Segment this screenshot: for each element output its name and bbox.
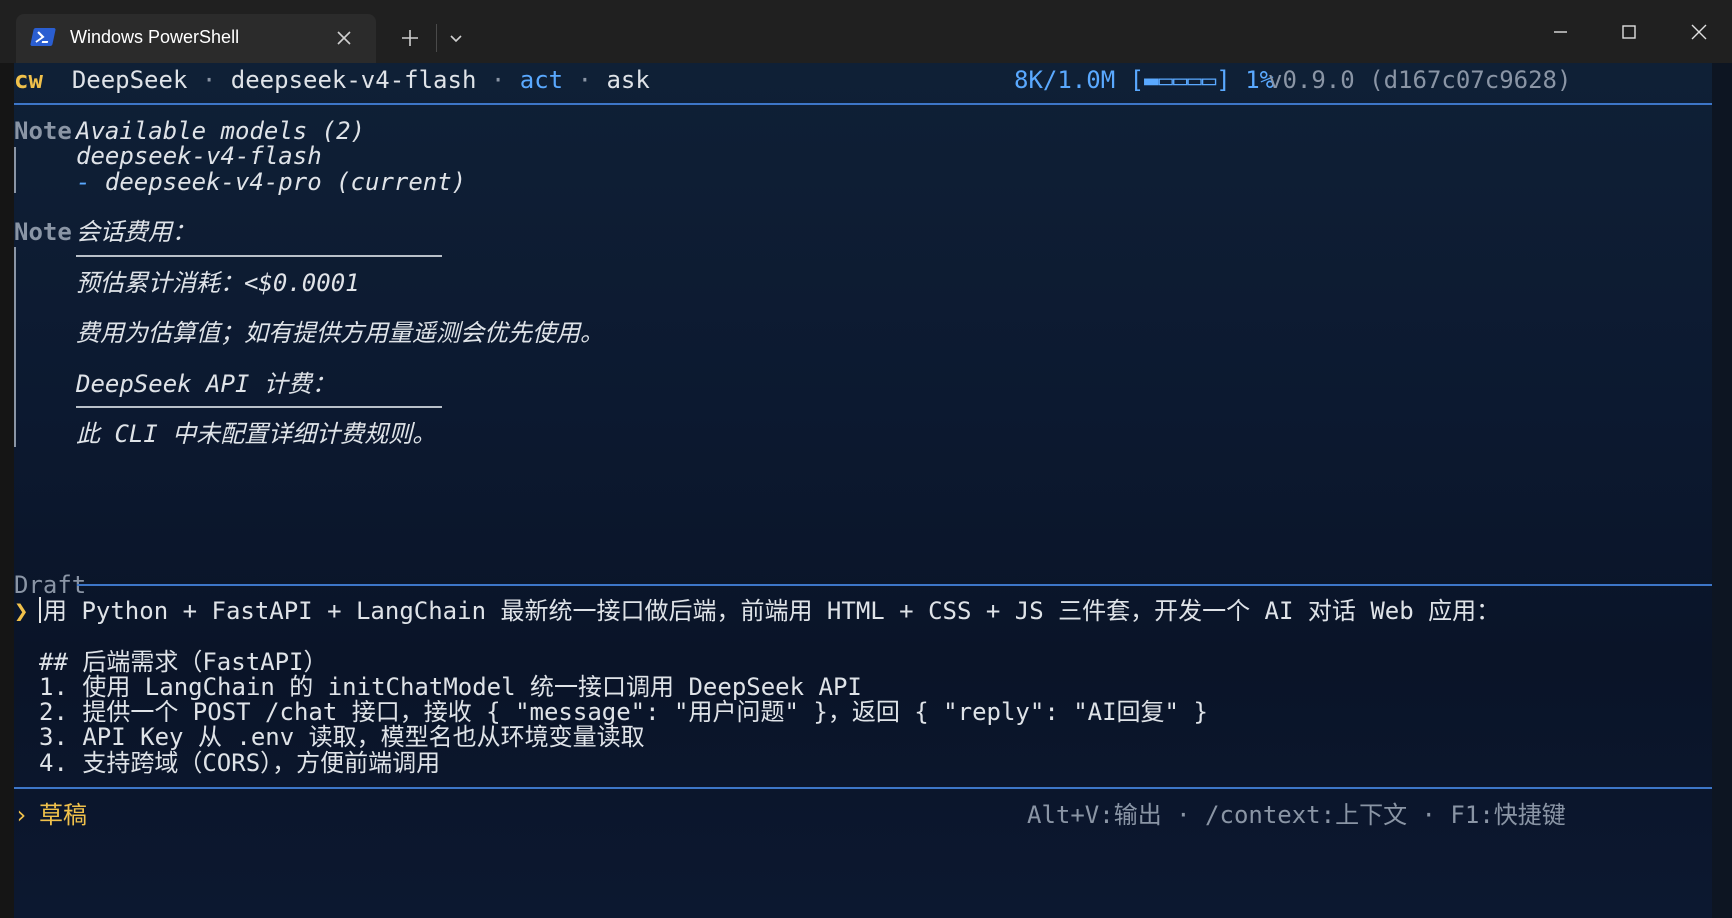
model-name: deepseek-v4-flash	[230, 66, 477, 94]
tab-close-icon[interactable]	[332, 26, 356, 50]
cost-line: 预估累计消耗：<$0.0001	[76, 269, 360, 297]
tab-windows-powershell[interactable]: Windows PowerShell	[16, 14, 376, 63]
draft-line: 4. 支持跨域（CORS），方便前端调用	[39, 749, 441, 777]
window-right-edge	[1712, 63, 1732, 918]
draft-input[interactable]: 用 Python + FastAPI + LangChain 最新统一接口做后端…	[39, 597, 1500, 625]
title-underline	[76, 255, 442, 257]
draft-line: 1. 使用 LangChain 的 initChatModel 统一接口调用 D…	[39, 673, 862, 701]
separator: ·	[577, 66, 593, 94]
mode-label: 草稿	[39, 801, 87, 829]
mode-indicator: act	[519, 66, 564, 94]
shortcut-hints: Alt+V:输出 · /context:上下文 · F1:快捷键	[1027, 801, 1566, 829]
new-tab-icon[interactable]	[396, 24, 424, 52]
draft-line: ## 后端需求（FastAPI）	[39, 648, 328, 676]
prompt-symbol: ❯	[14, 597, 29, 625]
tab-title: Windows PowerShell	[70, 27, 240, 47]
draft-line: 2. 提供一个 POST /chat 接口，接收 { "message": "用…	[39, 698, 1208, 726]
note-label: Note	[14, 218, 72, 246]
status-line: cw DeepSeek · deepseek-v4-flash · act · …	[14, 66, 650, 94]
maximize-icon[interactable]	[1609, 12, 1649, 52]
tab-divider	[436, 24, 437, 52]
chevron-down-icon[interactable]	[442, 26, 470, 50]
title-bar: Windows PowerShell	[0, 0, 1732, 63]
billing-title: DeepSeek API 计费：	[76, 370, 336, 398]
note-bar	[14, 147, 16, 193]
context-usage: 8K/1.0M [▬▭▭▭▭] 1%	[1014, 66, 1275, 94]
note-label: Note	[14, 117, 72, 145]
draft-divider	[77, 584, 1712, 586]
footer-divider	[14, 787, 1712, 789]
app-logo: cw	[14, 66, 43, 94]
powershell-window: Windows PowerShell cw DeepSeek · deepsee…	[0, 0, 1732, 918]
model-option: deepseek-v4-flash	[76, 142, 322, 170]
billing-note: 此 CLI 中未配置详细计费规则。	[76, 420, 437, 448]
close-icon[interactable]	[1679, 12, 1719, 52]
powershell-icon	[30, 28, 56, 46]
model-option-current: - deepseek-v4-pro (current)	[76, 168, 466, 196]
minimize-icon[interactable]	[1540, 12, 1580, 52]
note-bar	[14, 247, 16, 447]
terminal-pane[interactable]: cw DeepSeek · deepseek-v4-flash · act · …	[14, 63, 1712, 918]
footer-prompt-symbol: ›	[14, 801, 29, 829]
text-cursor	[39, 597, 41, 623]
draft-line: 3. API Key 从 .env 读取，模型名也从环境变量读取	[39, 723, 645, 751]
draft-first-line: 用 Python + FastAPI + LangChain 最新统一接口做后端…	[43, 597, 1501, 625]
billing-underline	[76, 406, 442, 408]
version-label: v0.9.0 (d167c07c9628)	[1268, 66, 1572, 94]
note-title: Available models (2)	[76, 117, 365, 145]
submode-indicator: ask	[606, 66, 650, 94]
estimate-note: 费用为估算值；如有提供方用量遥测会优先使用。	[76, 319, 604, 347]
separator: ·	[490, 66, 506, 94]
window-left-edge	[0, 63, 14, 918]
status-divider	[14, 103, 1712, 105]
draft-label: Draft	[14, 571, 87, 599]
model-option-current-label: deepseek-v4-pro (current)	[90, 168, 467, 196]
separator: ·	[201, 66, 217, 94]
provider-name: DeepSeek	[71, 66, 188, 94]
bullet-dash: -	[76, 168, 91, 196]
note-title: 会话费用：	[76, 218, 196, 246]
